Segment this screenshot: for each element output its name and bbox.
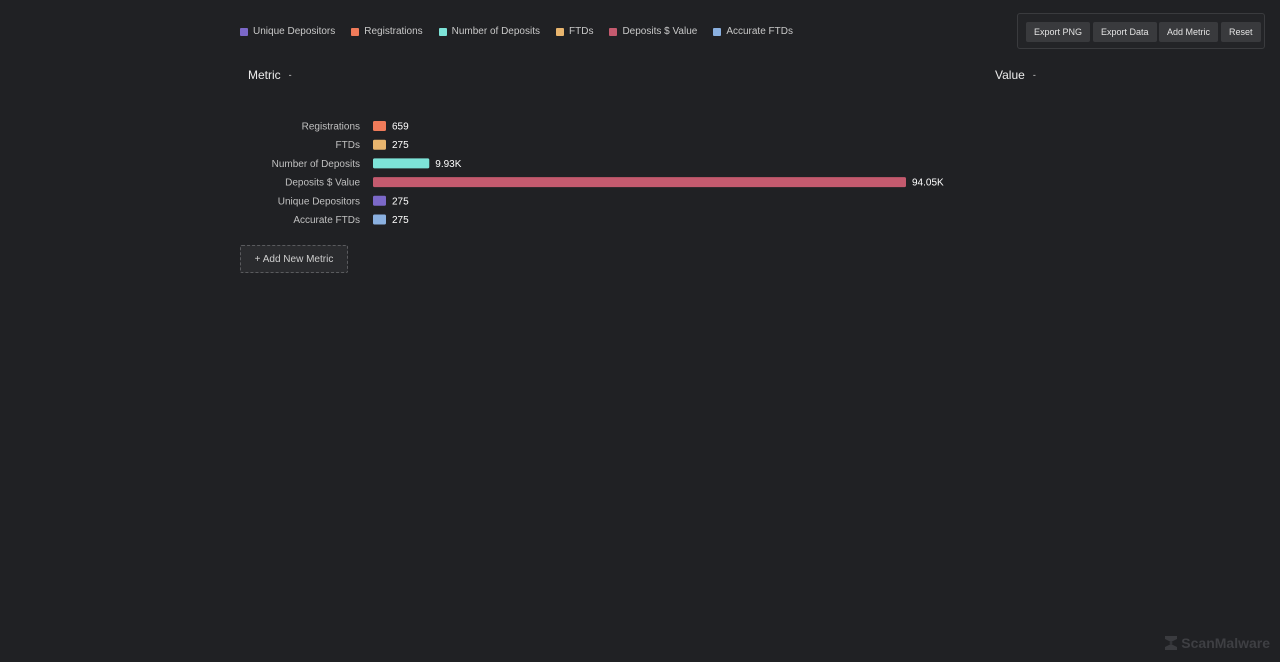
- value-label: 275: [392, 215, 409, 226]
- bar[interactable]: [373, 121, 386, 131]
- add-new-metric-button[interactable]: + Add New Metric: [240, 245, 348, 273]
- bar[interactable]: [373, 177, 906, 188]
- value-label: 275: [392, 196, 409, 207]
- watermark-text: ScanMalware: [1181, 635, 1270, 651]
- category-label: FTDs: [336, 140, 360, 151]
- value-label: 94.05K: [912, 178, 944, 189]
- category-label: Unique Depositors: [278, 196, 360, 207]
- bar[interactable]: [373, 139, 386, 150]
- scanmalware-logo-icon: [1165, 636, 1178, 650]
- category-label: Deposits $ Value: [285, 178, 360, 189]
- value-label: 659: [392, 122, 409, 133]
- category-label: Accurate FTDs: [293, 215, 360, 226]
- bar[interactable]: [373, 158, 430, 169]
- value-label: 275: [392, 140, 409, 151]
- category-label: Number of Deposits: [272, 159, 360, 170]
- bar[interactable]: [373, 214, 386, 225]
- bar[interactable]: [373, 195, 386, 206]
- value-label: 9.93K: [435, 159, 461, 170]
- watermark: ScanMalware: [1164, 635, 1270, 651]
- bar-chart: Registrations 659 FTDs 275 Number of Deposit…: [272, 121, 944, 226]
- category-label: Registrations: [302, 122, 360, 133]
